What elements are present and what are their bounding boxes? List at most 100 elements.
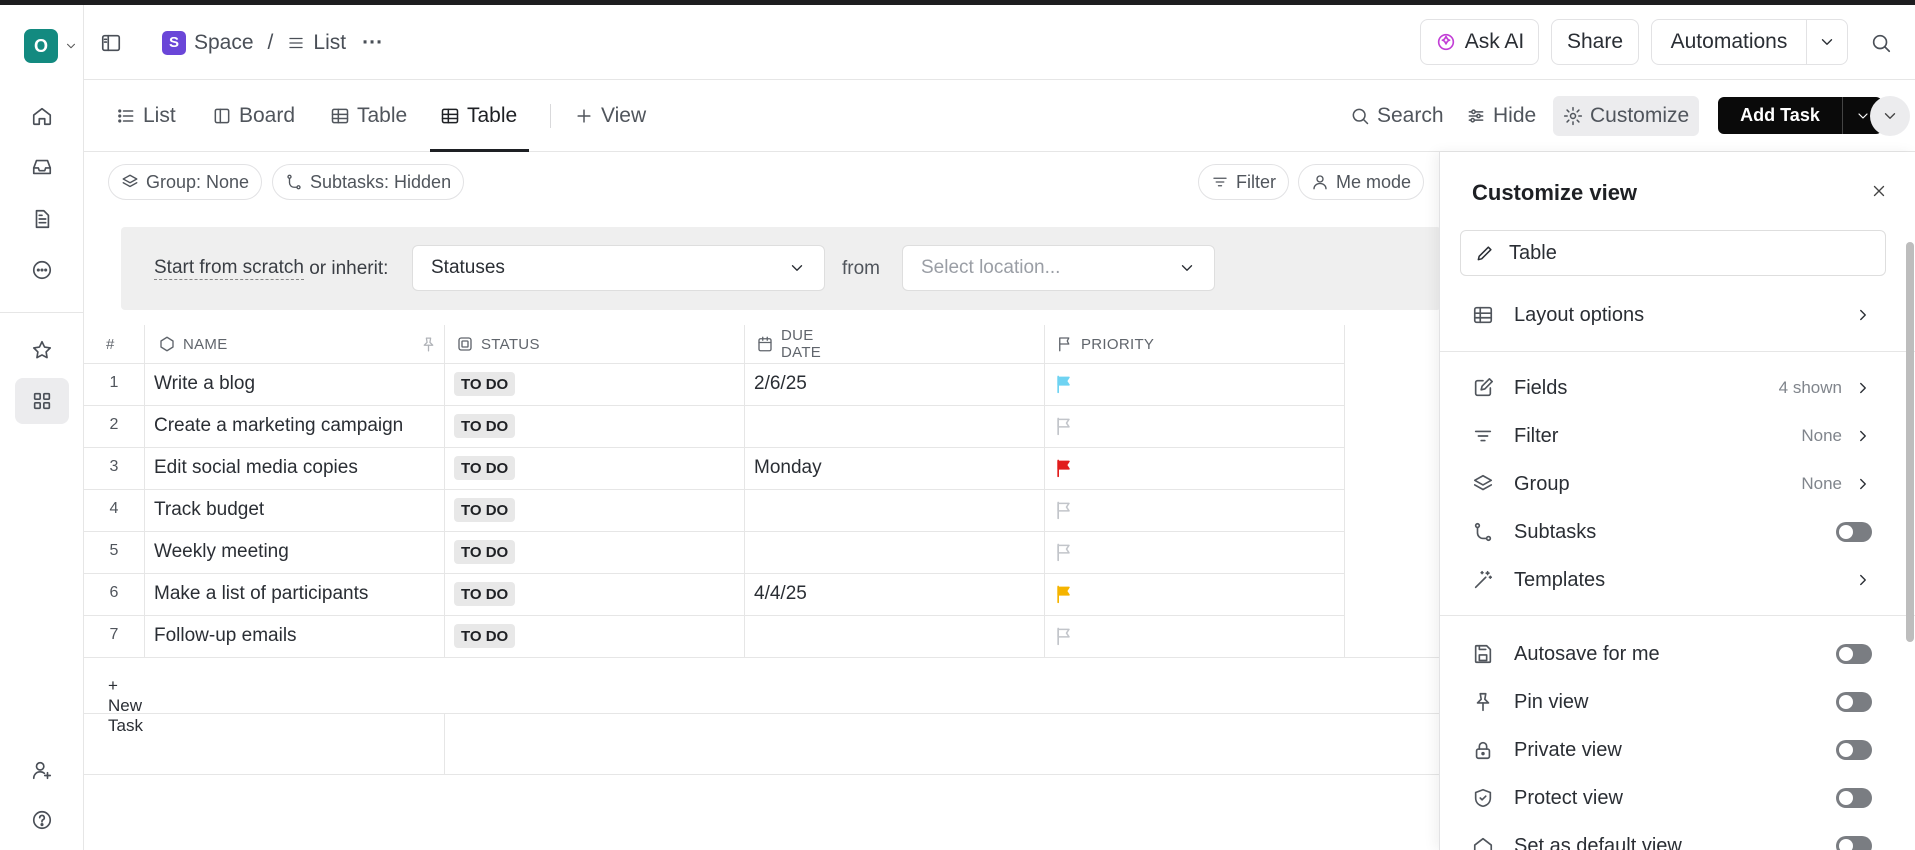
priority-flag-icon[interactable]: [1054, 626, 1074, 646]
priority-flag-icon[interactable]: [1054, 374, 1074, 394]
search-tool[interactable]: Search: [1350, 96, 1444, 136]
table-icon: [1472, 304, 1496, 326]
priority-flag-icon[interactable]: [1054, 416, 1074, 436]
priority-flag-icon[interactable]: [1054, 458, 1074, 478]
layout-options-row[interactable]: Layout options: [1472, 298, 1872, 332]
breadcrumb-list[interactable]: List: [313, 31, 346, 55]
close-icon[interactable]: [1870, 182, 1888, 200]
table-icon: [330, 106, 350, 126]
task-name[interactable]: Make a list of participants: [154, 583, 368, 605]
tab-label: List: [143, 104, 176, 127]
protect-view-label: Protect view: [1514, 786, 1623, 809]
row-number: 6: [109, 584, 119, 601]
private-view-toggle[interactable]: [1836, 740, 1872, 760]
inbox-icon[interactable]: [22, 147, 62, 187]
chevron-down-icon[interactable]: [64, 39, 78, 53]
group-pill[interactable]: Group: None: [108, 164, 263, 200]
automations-button[interactable]: Automations: [1651, 19, 1848, 65]
tab-table-active[interactable]: Table: [440, 80, 517, 152]
default-view-toggle[interactable]: [1836, 836, 1872, 850]
tab-list[interactable]: List: [116, 80, 176, 152]
priority-flag-icon[interactable]: [1054, 542, 1074, 562]
status-badge[interactable]: TO DO: [454, 456, 516, 480]
chevron-down-icon[interactable]: [1807, 33, 1847, 51]
pin-icon[interactable]: [420, 336, 437, 353]
panel-scrollbar[interactable]: [1906, 242, 1914, 642]
location-select[interactable]: Select location...: [902, 245, 1215, 291]
panel-title: Customize view: [1472, 180, 1638, 205]
home-icon[interactable]: [22, 96, 62, 136]
protect-view-toggle[interactable]: [1836, 788, 1872, 808]
breadcrumb-more-button[interactable]: ···: [362, 31, 383, 55]
row-number: 5: [109, 542, 119, 559]
autosave-toggle[interactable]: [1836, 644, 1872, 664]
table-row[interactable]: 6 Make a list of participants TO DO 4/4/25: [84, 573, 1344, 615]
subtasks-pill[interactable]: Subtasks: Hidden: [272, 164, 465, 200]
filter-pill[interactable]: Filter: [1198, 164, 1289, 200]
workspace-avatar[interactable]: O: [24, 29, 58, 63]
view-name-input[interactable]: Table: [1460, 230, 1886, 276]
help-icon[interactable]: [22, 800, 62, 840]
spaces-grid-icon[interactable]: [15, 378, 69, 424]
due-header-label: DUE DATE: [781, 327, 822, 361]
table-row[interactable]: 7 Follow-up emails TO DO: [84, 615, 1344, 657]
customize-tool[interactable]: Customize: [1553, 96, 1700, 136]
task-name[interactable]: Track budget: [154, 499, 264, 521]
ask-ai-button[interactable]: Ask AI: [1420, 19, 1539, 65]
status-badge[interactable]: TO DO: [454, 624, 516, 648]
table-icon: [440, 106, 460, 126]
workspace-initial: O: [33, 35, 48, 56]
star-icon[interactable]: [22, 330, 62, 370]
docs-icon[interactable]: [22, 199, 62, 239]
col-header-priority[interactable]: PRIORITY: [1056, 325, 1154, 363]
tab-board[interactable]: Board: [212, 80, 295, 152]
status-badge[interactable]: TO DO: [454, 582, 516, 606]
fields-row[interactable]: Fields 4 shown: [1472, 371, 1872, 405]
collapse-chevron-icon[interactable]: [1870, 96, 1910, 136]
sidebar-toggle-icon[interactable]: [100, 5, 122, 80]
task-name[interactable]: Edit social media copies: [154, 457, 358, 479]
templates-row[interactable]: Templates: [1472, 563, 1872, 597]
table-row[interactable]: 4 Track budget TO DO: [84, 489, 1344, 531]
task-name[interactable]: Write a blog: [154, 373, 255, 395]
priority-flag-icon[interactable]: [1054, 500, 1074, 520]
due-date[interactable]: 4/4/25: [754, 583, 807, 605]
breadcrumb-space[interactable]: Space: [194, 31, 254, 55]
share-button[interactable]: Share: [1551, 19, 1639, 65]
layers-icon: [121, 173, 139, 191]
priority-flag-icon[interactable]: [1054, 584, 1074, 604]
more-circle-icon[interactable]: [22, 250, 62, 290]
breadcrumb: S Space / List ···: [162, 5, 383, 80]
add-task-button[interactable]: Add Task: [1718, 97, 1882, 134]
hide-tool[interactable]: Hide: [1466, 96, 1536, 136]
subtasks-toggle[interactable]: [1836, 522, 1872, 542]
me-mode-pill[interactable]: Me mode: [1298, 164, 1425, 200]
col-header-due[interactable]: DUE DATE: [756, 325, 821, 363]
status-badge[interactable]: TO DO: [454, 414, 516, 438]
due-date[interactable]: Monday: [754, 457, 822, 479]
status-badge[interactable]: TO DO: [454, 498, 516, 522]
tab-table[interactable]: Table: [330, 80, 407, 152]
pin-view-toggle[interactable]: [1836, 692, 1872, 712]
status-badge[interactable]: TO DO: [454, 540, 516, 564]
add-view-button[interactable]: View: [574, 80, 646, 152]
table-row[interactable]: 1 Write a blog TO DO 2/6/25: [84, 363, 1344, 405]
col-header-status[interactable]: STATUS: [456, 325, 540, 363]
status-badge[interactable]: TO DO: [454, 372, 516, 396]
chevron-right-icon: [1854, 571, 1872, 589]
task-name[interactable]: Weekly meeting: [154, 541, 289, 563]
col-header-name[interactable]: NAME: [158, 325, 448, 363]
task-name[interactable]: Follow-up emails: [154, 625, 297, 647]
invite-user-icon[interactable]: [22, 750, 62, 790]
statuses-select[interactable]: Statuses: [412, 245, 825, 291]
search-icon[interactable]: [1870, 5, 1892, 80]
start-from-scratch-link[interactable]: Start from scratch: [154, 257, 304, 280]
table-row[interactable]: 5 Weekly meeting TO DO: [84, 531, 1344, 573]
new-task-button[interactable]: + New Task: [108, 676, 143, 736]
table-row[interactable]: 3 Edit social media copies TO DO Monday: [84, 447, 1344, 489]
due-date[interactable]: 2/6/25: [754, 373, 807, 395]
task-name[interactable]: Create a marketing campaign: [154, 415, 403, 437]
filter-row[interactable]: Filter None: [1472, 419, 1872, 453]
table-row[interactable]: 2 Create a marketing campaign TO DO: [84, 405, 1344, 447]
group-row[interactable]: Group None: [1472, 467, 1872, 501]
